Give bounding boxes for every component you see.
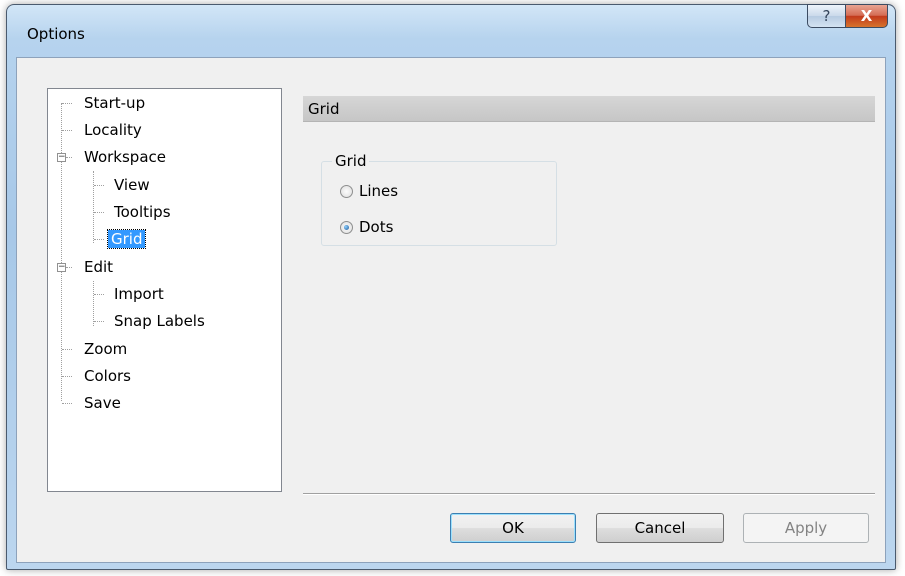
options-dialog: Options ? X − − Start-up Locality Worksp… <box>6 4 896 570</box>
radio-button-unchecked[interactable] <box>340 184 353 198</box>
tree-item-label: Save <box>84 394 121 412</box>
tree-item-label: Workspace <box>84 148 166 166</box>
radio-label: Dots <box>359 218 394 236</box>
tree-connector <box>94 239 104 240</box>
grid-groupbox: Grid Lines Dots <box>321 152 557 246</box>
collapse-icon[interactable]: − <box>57 263 66 272</box>
radio-button-checked[interactable] <box>340 220 353 234</box>
tree-item-label: Start-up <box>84 94 146 112</box>
tree-item-edit[interactable]: Edit <box>81 255 116 279</box>
tree-item-snap-labels[interactable]: Snap Labels <box>111 309 208 333</box>
tree-connector <box>66 267 72 268</box>
dialog-body: − − Start-up Locality Workspace View Too… <box>16 57 886 563</box>
radio-dots[interactable]: Dots <box>340 217 393 237</box>
window-title: Options <box>27 25 85 43</box>
group-title: Grid <box>332 152 370 170</box>
tree-connector <box>62 103 72 104</box>
tree-item-label: Tooltips <box>114 203 171 221</box>
tree-connector <box>61 103 62 401</box>
tree-item-zoom[interactable]: Zoom <box>81 337 130 361</box>
options-tree[interactable]: − − Start-up Locality Workspace View Too… <box>47 88 282 492</box>
tree-item-tooltips[interactable]: Tooltips <box>111 200 174 224</box>
section-header: Grid <box>303 96 875 122</box>
tree-connector <box>66 157 72 158</box>
collapse-icon[interactable]: − <box>57 153 66 162</box>
tree-item-label: Snap Labels <box>114 312 205 330</box>
tree-item-label: Zoom <box>84 340 128 358</box>
separator-line <box>303 493 875 495</box>
tree-connector <box>93 171 94 243</box>
tree-connector <box>93 281 94 326</box>
help-button[interactable]: ? <box>807 4 845 28</box>
tree-item-colors[interactable]: Colors <box>81 364 134 388</box>
tree-item-start-up[interactable]: Start-up <box>81 91 148 115</box>
tree-item-save[interactable]: Save <box>81 391 124 415</box>
tree-connector <box>94 321 104 322</box>
radio-lines[interactable]: Lines <box>340 181 398 201</box>
tree-item-import[interactable]: Import <box>111 282 167 306</box>
tree-connector <box>62 376 72 377</box>
radio-label: Lines <box>359 182 399 200</box>
tree-connector <box>94 212 104 213</box>
tree-connector <box>94 294 104 295</box>
tree-connector <box>62 403 72 404</box>
question-mark-icon: ? <box>822 7 831 25</box>
tree-item-label: View <box>114 176 150 194</box>
tree-item-label: Grid <box>106 229 147 249</box>
tree-item-workspace[interactable]: Workspace <box>81 145 169 169</box>
tree-item-label: Colors <box>84 367 131 385</box>
tree-item-label: Import <box>114 285 164 303</box>
apply-button[interactable]: Apply <box>743 513 869 543</box>
title-bar[interactable]: Options ? X <box>7 4 895 57</box>
tree-item-locality[interactable]: Locality <box>81 118 145 142</box>
tree-item-view[interactable]: View <box>111 173 153 197</box>
close-button[interactable]: X <box>845 4 888 28</box>
ok-button[interactable]: OK <box>450 513 576 543</box>
cancel-button[interactable]: Cancel <box>596 513 724 543</box>
tree-connector <box>94 185 104 186</box>
tree-item-label: Locality <box>84 121 142 139</box>
tree-connector <box>62 130 72 131</box>
close-icon: X <box>860 7 873 25</box>
tree-item-grid[interactable]: Grid <box>106 227 147 251</box>
tree-connector <box>62 349 72 350</box>
tree-item-label: Edit <box>84 258 114 276</box>
